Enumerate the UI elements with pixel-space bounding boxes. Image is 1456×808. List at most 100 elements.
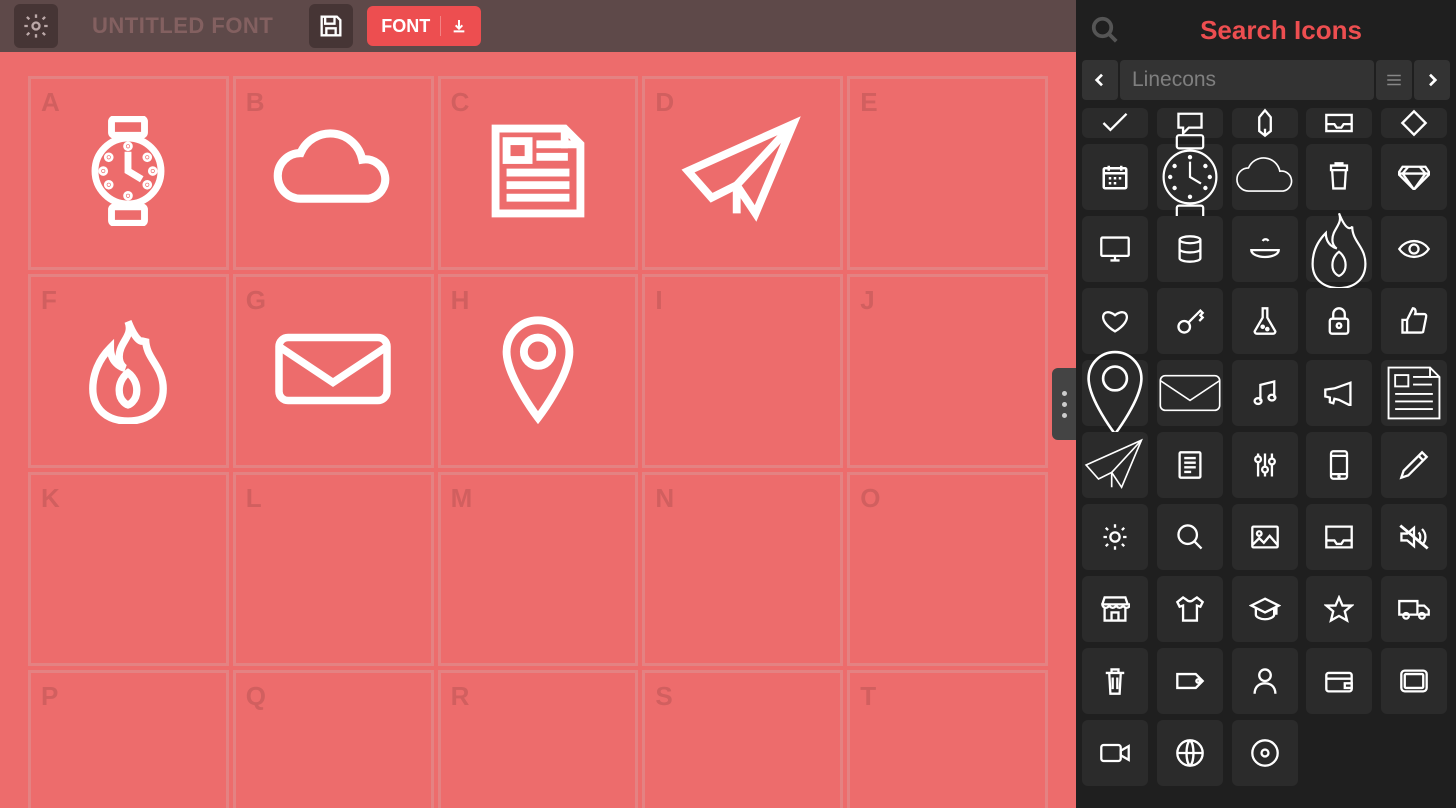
library-icon-megaphone[interactable] [1306, 360, 1372, 426]
glyph-cell-H[interactable]: H [438, 274, 639, 468]
glyph-label: F [41, 285, 57, 316]
library-icon-videocam[interactable] [1082, 720, 1148, 786]
library-icon-lab[interactable] [1232, 288, 1298, 354]
font-name-label[interactable]: UNTITLED FONT [92, 13, 273, 39]
glyph-cell-B[interactable]: B [233, 76, 434, 270]
library-icon-inbox[interactable] [1306, 108, 1372, 138]
chevron-right-icon [1424, 72, 1440, 88]
library-icon-cd[interactable] [1232, 720, 1298, 786]
library-icon-shop[interactable] [1082, 576, 1148, 642]
library-icon-eye[interactable] [1381, 216, 1447, 282]
library-icon-mail[interactable] [1157, 360, 1223, 426]
glyph-label: T [860, 681, 876, 712]
location-icon [498, 314, 578, 429]
library-icon-news[interactable] [1381, 360, 1447, 426]
glyph-cell-S[interactable]: S [642, 670, 843, 808]
library-icon-sound[interactable] [1381, 504, 1447, 570]
glyph-cell-G[interactable]: G [233, 274, 434, 468]
pack-name-field[interactable]: Linecons [1120, 60, 1374, 100]
library-icon-music[interactable] [1232, 360, 1298, 426]
glyph-cell-L[interactable]: L [233, 472, 434, 666]
pack-list-button[interactable] [1376, 60, 1412, 100]
glyph-label: P [41, 681, 58, 712]
cloud-icon [268, 126, 398, 221]
glyph-label: L [246, 483, 262, 514]
library-icon-key[interactable] [1157, 288, 1223, 354]
library-icon-diamond2[interactable] [1381, 108, 1447, 138]
library-icon-calendar[interactable] [1082, 144, 1148, 210]
library-icon-food[interactable] [1232, 216, 1298, 282]
settings-button[interactable] [14, 4, 58, 48]
glyph-grid-area: AB C D E F G HIJ KL MN O P QRS T [0, 52, 1076, 808]
save-button[interactable] [309, 4, 353, 48]
library-icon-wallet[interactable] [1306, 648, 1372, 714]
sidebar-header: Search Icons [1076, 0, 1456, 60]
library-icon-lock[interactable] [1306, 288, 1372, 354]
library-icon-data[interactable] [1157, 216, 1223, 282]
library-icon-cloud[interactable] [1232, 144, 1298, 210]
menu-icon [1385, 71, 1403, 89]
glyph-label: G [246, 285, 266, 316]
sidebar-title: Search Icons [1120, 15, 1442, 46]
library-icon-params[interactable] [1232, 432, 1298, 498]
library-icon-tshirt[interactable] [1157, 576, 1223, 642]
library-icon-user[interactable] [1232, 648, 1298, 714]
library-icon-truck[interactable] [1381, 576, 1447, 642]
search-icon[interactable] [1090, 15, 1120, 45]
library-icon-photo[interactable] [1232, 504, 1298, 570]
glyph-cell-J[interactable]: J [847, 274, 1048, 468]
library-icon-watch[interactable] [1157, 144, 1223, 210]
glyph-cell-T[interactable]: T [847, 670, 1048, 808]
icon-library-grid [1076, 104, 1456, 808]
glyph-cell-P[interactable]: P [28, 670, 229, 808]
library-icon-display[interactable] [1082, 216, 1148, 282]
library-icon-search[interactable] [1157, 504, 1223, 570]
glyph-cell-N[interactable]: N [642, 472, 843, 666]
glyph-cell-K[interactable]: K [28, 472, 229, 666]
library-icon-paperplane[interactable] [1082, 432, 1148, 498]
library-icon-star[interactable] [1306, 576, 1372, 642]
library-icon-check[interactable] [1082, 108, 1148, 138]
save-icon [317, 12, 345, 40]
next-pack-button[interactable] [1414, 60, 1450, 100]
library-icon-diamond[interactable] [1381, 144, 1447, 210]
sidebar-collapse-handle[interactable] [1052, 368, 1076, 440]
glyph-label: B [246, 87, 265, 118]
pack-nav: Linecons [1076, 60, 1456, 104]
library-icon-trash[interactable] [1082, 648, 1148, 714]
mail-icon [273, 329, 393, 414]
library-icon-study[interactable] [1232, 576, 1298, 642]
glyph-cell-C[interactable]: C [438, 76, 639, 270]
gear-icon [22, 12, 50, 40]
glyph-label: S [655, 681, 672, 712]
glyph-cell-O[interactable]: O [847, 472, 1048, 666]
watch-icon [83, 116, 173, 231]
glyph-label: E [860, 87, 877, 118]
library-icon-video[interactable] [1381, 648, 1447, 714]
library-icon-note[interactable] [1157, 432, 1223, 498]
library-icon-fire[interactable] [1306, 216, 1372, 282]
glyph-cell-D[interactable]: D [642, 76, 843, 270]
icon-library-sidebar: Search Icons Linecons [1076, 0, 1456, 808]
glyph-cell-A[interactable]: A [28, 76, 229, 270]
glyph-cell-I[interactable]: I [642, 274, 843, 468]
fire-icon [83, 314, 173, 429]
glyph-cell-M[interactable]: M [438, 472, 639, 666]
glyph-cell-Q[interactable]: Q [233, 670, 434, 808]
library-icon-tray[interactable] [1306, 504, 1372, 570]
library-icon-world[interactable] [1157, 720, 1223, 786]
library-icon-settings[interactable] [1082, 504, 1148, 570]
glyph-label: J [860, 285, 874, 316]
library-icon-tag[interactable] [1157, 648, 1223, 714]
glyph-cell-R[interactable]: R [438, 670, 639, 808]
glyph-label: D [655, 87, 674, 118]
download-font-label: FONT [381, 16, 430, 37]
prev-pack-button[interactable] [1082, 60, 1118, 100]
glyph-cell-E[interactable]: E [847, 76, 1048, 270]
glyph-label: N [655, 483, 674, 514]
library-icon-pencil[interactable] [1381, 432, 1447, 498]
library-icon-phone[interactable] [1306, 432, 1372, 498]
download-font-button[interactable]: FONT [367, 6, 481, 46]
glyph-label: C [451, 87, 470, 118]
glyph-cell-F[interactable]: F [28, 274, 229, 468]
